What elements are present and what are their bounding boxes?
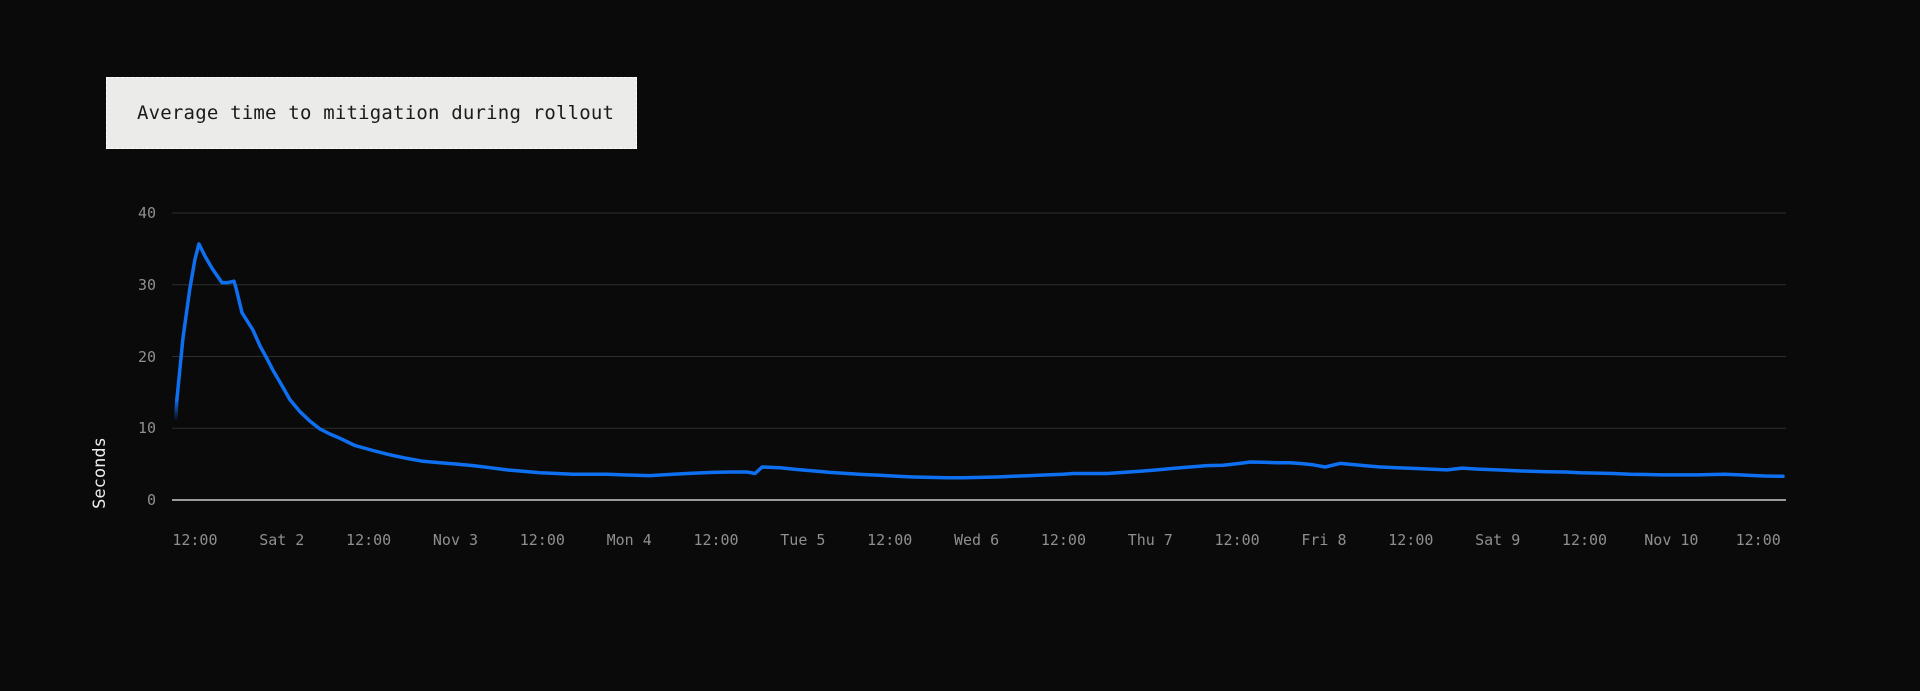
x-tick-label: Nov 3 (432, 531, 479, 549)
x-tick-label: 12:00 (346, 531, 392, 549)
x-tick-label: 12:00 (1214, 531, 1260, 549)
y-tick-label: 10 (137, 419, 156, 438)
dashboard-canvas: Average time to mitigation during rollou… (0, 0, 1920, 691)
y-tick-label: 0 (146, 491, 156, 509)
x-tick-label: Sat 2 (259, 531, 305, 549)
x-tick-label: Fri 8 (1301, 531, 1347, 549)
x-tick-label: 12:00 (867, 531, 913, 549)
x-tick-label: Wed 6 (953, 531, 1000, 549)
x-tick-label: 12:00 (172, 531, 218, 549)
y-tick-label: 20 (137, 347, 156, 366)
x-tick-label: 12:00 (1388, 531, 1434, 549)
grid-layer (172, 212, 1786, 501)
x-tick-label: Tue 5 (780, 531, 826, 549)
x-tick-label: 12:00 (1561, 531, 1608, 549)
x-tick-label: 12:00 (519, 531, 565, 549)
x-tick-label: 12:00 (1735, 531, 1781, 549)
x-tick-label: 12:00 (693, 531, 739, 549)
x-tick-label: Mon 4 (606, 531, 652, 549)
series-line-lead-fade (173, 397, 179, 423)
x-tick-label: Nov 10 (1644, 531, 1699, 549)
series-line-avg-mitigation (175, 242, 1785, 480)
x-tick-label: 12:00 (1040, 531, 1086, 549)
line-chart[interactable] (0, 0, 1920, 691)
y-tick-label: 30 (137, 275, 156, 294)
y-tick-label: 40 (137, 204, 156, 222)
x-tick-label: Sat 9 (1475, 531, 1521, 549)
x-tick-label: Thu 7 (1127, 531, 1173, 549)
